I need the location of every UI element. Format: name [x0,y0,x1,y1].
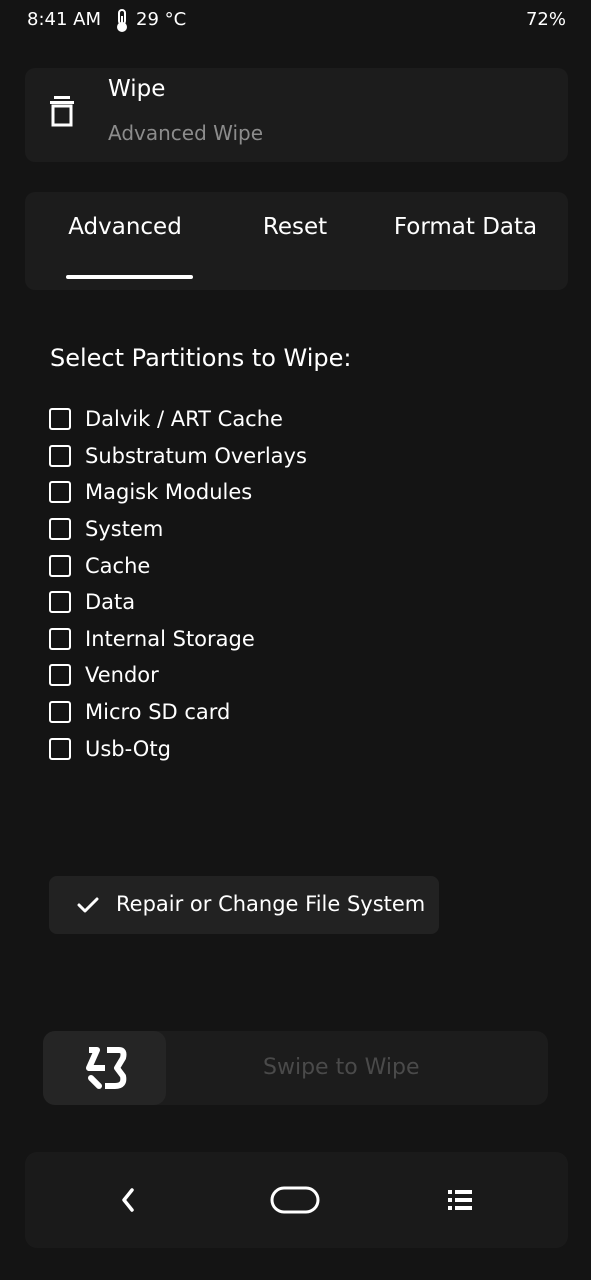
partition-item-cache[interactable]: Cache [49,547,307,584]
partition-item-substratum[interactable]: Substratum Overlays [49,438,307,475]
partition-label: Magisk Modules [85,480,253,505]
section-title: Select Partitions to Wipe: [50,344,352,372]
partition-label: Usb-Otg [85,736,171,761]
checkbox[interactable] [49,664,71,687]
thermometer-icon [117,9,127,32]
checkbox[interactable] [49,591,71,614]
checkbox[interactable] [49,737,71,760]
tab-bar: Advanced Reset Format Data [25,192,568,290]
repair-file-system-button[interactable]: Repair or Change File System [49,876,439,934]
repair-button-label: Repair or Change File System [116,892,426,916]
status-time: 8:41 AM [27,9,101,30]
partition-label: Internal Storage [85,626,255,651]
check-icon [77,897,99,913]
back-button[interactable] [103,1180,153,1220]
checkbox[interactable] [49,627,71,650]
partition-item-usb-otg[interactable]: Usb-Otg [49,730,307,767]
page-subtitle: Advanced Wipe [108,121,264,145]
partition-label: Data [85,590,136,615]
tab-selected-indicator [66,275,193,279]
checkbox[interactable] [49,481,71,504]
status-battery: 72% [525,9,566,30]
checkbox[interactable] [49,554,71,577]
tab-reset[interactable]: Reset [225,210,365,280]
checkbox[interactable] [49,701,71,724]
tab-format-data[interactable]: Format Data [373,210,558,280]
tab-advanced[interactable]: Advanced [45,210,205,280]
header-card: Wipe Advanced Wipe [25,68,568,162]
partition-label: Dalvik / ART Cache [85,407,283,432]
menu-button[interactable] [435,1180,485,1220]
page-title: Wipe [108,76,166,102]
partition-list: Dalvik / ART Cache Substratum Overlays M… [49,401,307,767]
status-bar: 8:41 AM 29 °C 72% [0,0,591,42]
partition-item-magisk[interactable]: Magisk Modules [49,474,307,511]
partition-label: Vendor [85,663,159,688]
partition-item-system[interactable]: System [49,511,307,548]
checkbox[interactable] [49,518,71,541]
home-icon [270,1186,320,1214]
status-temperature: 29 °C [136,9,187,30]
partition-label: Micro SD card [85,700,231,725]
swipe-label: Swipe to Wipe [263,1055,420,1080]
logo-icon [86,1047,127,1089]
home-button[interactable] [270,1180,320,1220]
checkbox[interactable] [49,444,71,467]
menu-icon [448,1190,472,1210]
back-icon [122,1188,134,1212]
partition-label: Cache [85,553,151,578]
swipe-to-wipe-slider[interactable]: Swipe to Wipe [43,1031,548,1105]
partition-label: System [85,517,164,542]
partition-item-micro-sd[interactable]: Micro SD card [49,694,307,731]
partition-label: Substratum Overlays [85,443,307,468]
partition-item-internal-storage[interactable]: Internal Storage [49,621,307,658]
partition-item-vendor[interactable]: Vendor [49,657,307,694]
swipe-handle[interactable] [43,1031,166,1105]
trash-icon [50,96,74,127]
navigation-bar [25,1152,568,1248]
partition-item-dalvik[interactable]: Dalvik / ART Cache [49,401,307,438]
partition-item-data[interactable]: Data [49,584,307,621]
checkbox[interactable] [49,408,71,431]
